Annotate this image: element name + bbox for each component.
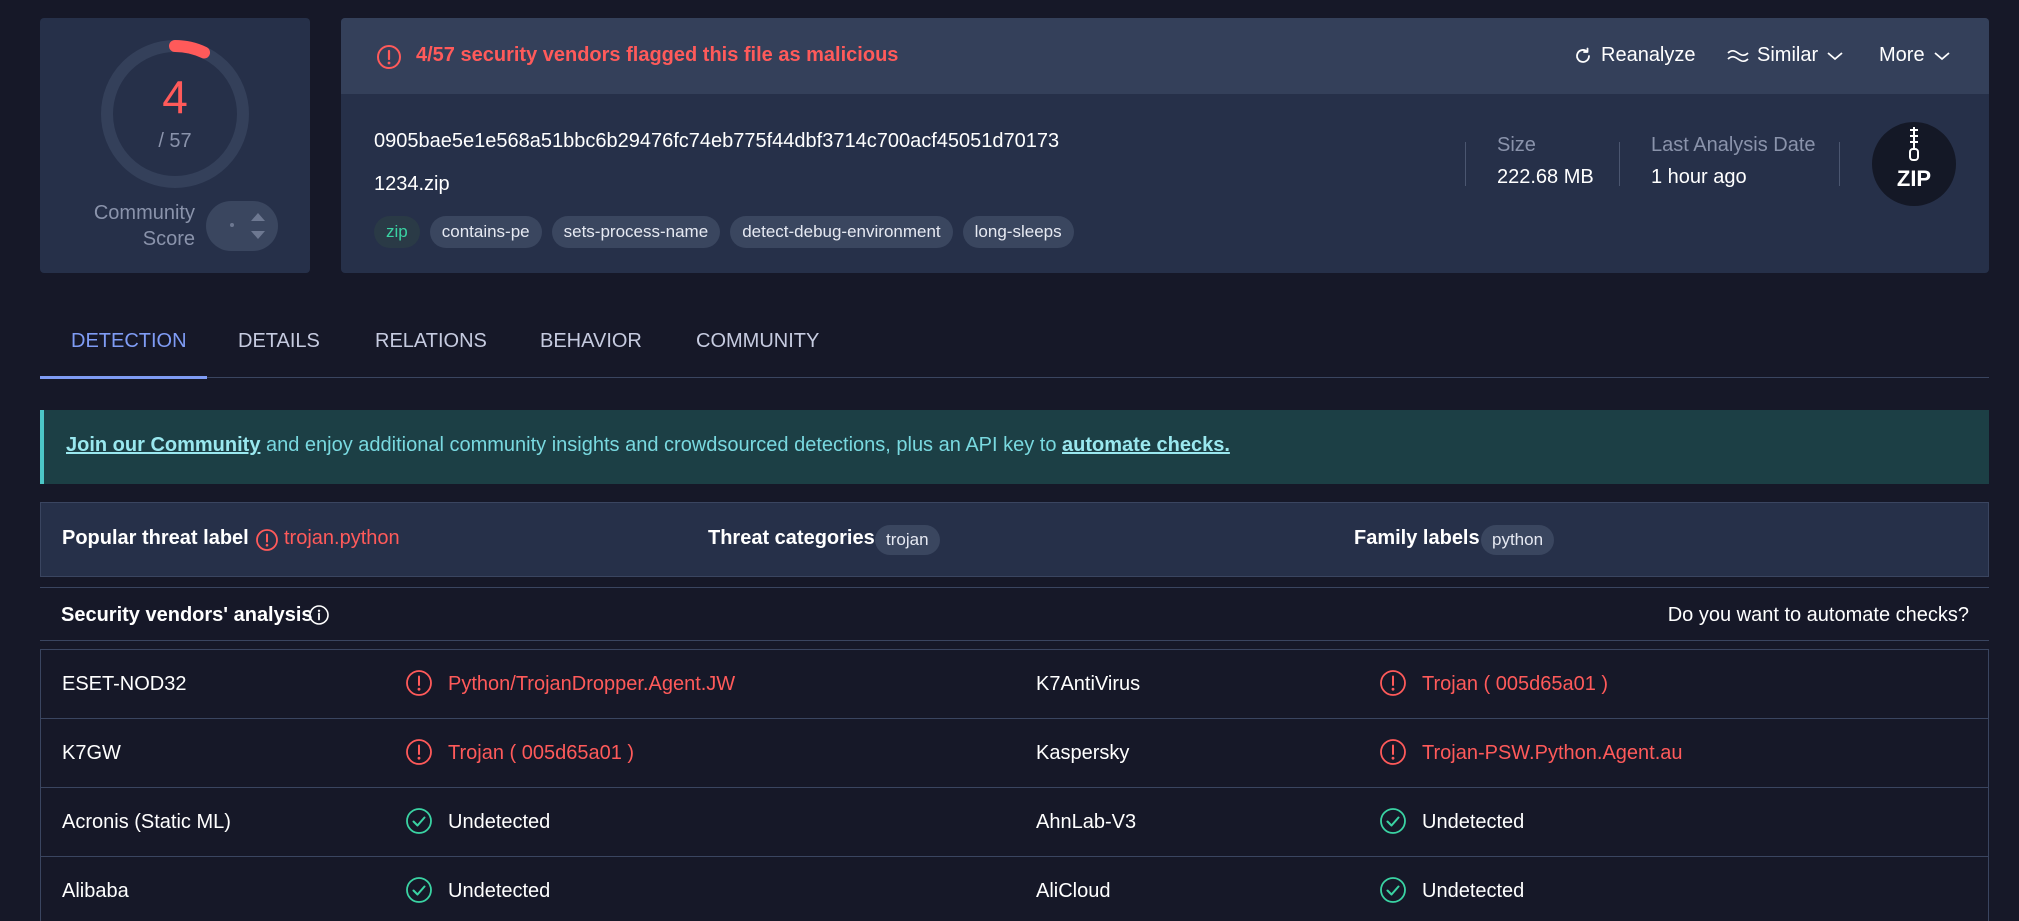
vendor-name: Kaspersky [1036,742,1130,764]
vendor-name: AliCloud [1036,880,1111,902]
community-label-line1: Community [93,202,195,224]
family-labels-label: Family labels [1354,527,1480,549]
vendor-result: Undetected [448,811,551,833]
chevron-down-icon [1933,51,1950,60]
banner-text: Join our Community and enjoy additional … [66,434,1230,457]
file-name: 1234.zip [374,173,450,195]
vendor-name: Alibaba [62,880,129,902]
vendor-result: Undetected [448,880,551,902]
vendor-row: Alibaba Undetected AliCloud Undetected [41,857,1988,921]
threat-category-pill[interactable]: trojan [875,525,940,555]
tag-zip[interactable]: zip [374,216,420,248]
community-score-card: 4 / 57 Community Score [40,18,310,273]
check-circle-icon [405,807,433,840]
size-label: Size [1497,134,1536,156]
exclamation-circle-icon [405,738,433,771]
more-dropdown[interactable]: More [1879,44,1951,67]
malicious-alert-bar: 4/57 security vendors flagged this file … [341,18,1989,94]
tab-detection[interactable]: DETECTION [71,330,187,378]
reanalyze-label: Reanalyze [1601,44,1696,66]
vendor-result: Python/TrojanDropper.Agent.JW [448,673,736,695]
vote-up-icon[interactable] [251,213,265,221]
banner-middle-text: and enjoy additional community insights … [260,434,1063,456]
score-positives: 4 [162,71,188,123]
score-total: / 57 [158,130,192,152]
check-circle-icon [405,876,433,909]
vendor-name: K7AntiVirus [1036,673,1141,695]
tab-community[interactable]: COMMUNITY [696,330,819,378]
tag-long-sleeps[interactable]: long-sleeps [962,216,1074,248]
active-tab-indicator [40,376,207,379]
threat-summary-row: Popular threat label trojan.python Threa… [40,502,1989,577]
vendor-name: K7GW [62,742,121,764]
file-hash[interactable]: 0905bae5e1e568a51bbc6b29476fc74eb775f44d… [374,130,1059,153]
report-tabs: DETECTION DETAILS RELATIONS BEHAVIOR COM… [40,320,1989,379]
tag-sets-process-name[interactable]: sets-process-name [551,216,721,248]
popular-threat-label: Popular threat label [62,527,249,549]
vendors-analysis-title: Security vendors' analysis [61,604,313,626]
more-label: More [1879,44,1925,66]
similar-dropdown[interactable]: Similar [1727,44,1844,67]
vendor-result: Undetected [1422,880,1525,902]
exclamation-circle-icon [377,45,401,69]
reanalyze-button[interactable]: Reanalyze [1573,44,1696,67]
vendors-analysis-header: Security vendors' analysis Do you want t… [40,587,1989,641]
community-label-line2: Score [142,228,195,250]
similar-label: Similar [1757,44,1819,66]
check-circle-icon [1379,876,1407,909]
community-score-label: Community Score [94,200,195,252]
vendor-row: K7GW Trojan ( 005d65a01 ) Kaspersky Trojan-… [41,719,1988,788]
vendors-table: ESET-NOD32 Python/TrojanDropper.Agent.JW K… [40,649,1989,921]
family-label-pill[interactable]: python [1481,525,1555,555]
vendor-result: Undetected [1422,811,1525,833]
chevron-down-icon [1827,51,1843,60]
meta-divider [1465,142,1466,186]
detection-alert-text: 4/57 security vendors flagged this file … [416,44,899,66]
last-analysis-value: 1 hour ago [1651,166,1747,188]
tag-detect-debug-environment[interactable]: detect-debug-environment [730,216,953,248]
exclamation-circle-icon [1379,669,1407,702]
community-vote-control[interactable] [206,201,278,251]
vendor-name: ESET-NOD32 [62,673,187,695]
vendor-name: AhnLab-V3 [1036,811,1137,833]
automate-checks-prompt[interactable]: Do you want to automate checks? [1668,604,1969,627]
meta-divider [1839,142,1840,186]
vendor-row: ESET-NOD32 Python/TrojanDropper.Agent.JW K… [41,650,1988,719]
join-community-link[interactable]: Join our Community [66,434,260,456]
info-circle-icon[interactable] [308,604,330,626]
exclamation-circle-icon [1379,738,1407,771]
exclamation-circle-icon [256,529,278,551]
zip-file-icon: ZIP [1872,122,1956,206]
file-tags: zip contains-pe sets-process-name detect… [374,216,1074,248]
check-circle-icon [1379,807,1407,840]
vote-down-icon[interactable] [251,231,265,239]
join-community-banner: Join our Community and enjoy additional … [40,410,1989,484]
automate-checks-link[interactable]: automate checks. [1062,434,1230,456]
vendor-result: Trojan ( 005d65a01 ) [1422,673,1609,695]
tab-behavior[interactable]: BEHAVIOR [540,330,642,378]
refresh-icon [1576,47,1590,63]
tab-relations[interactable]: RELATIONS [375,330,487,378]
vendor-result: Trojan-PSW.Python.Agent.au [1422,742,1683,764]
popular-threat-value: trojan.python [284,527,400,549]
tab-details[interactable]: DETAILS [238,330,320,378]
vendor-result: Trojan ( 005d65a01 ) [448,742,635,764]
file-type-label: ZIP [1896,166,1932,191]
last-analysis-label: Last Analysis Date [1651,134,1816,156]
meta-divider [1619,142,1620,186]
community-score-dot [230,223,234,227]
tag-contains-pe[interactable]: contains-pe [429,216,542,248]
zipper-icon [1909,127,1919,161]
size-value: 222.68 MB [1497,166,1594,188]
vendor-name: Acronis (Static ML) [62,811,231,833]
vendor-row: Acronis (Static ML) Undetected AhnLab-V3 Un… [41,788,1988,857]
threat-categories-label: Threat categories [708,527,875,549]
exclamation-circle-icon [405,669,433,702]
waves-icon [1727,49,1749,62]
file-summary-card: 4/57 security vendors flagged this file … [341,18,1989,273]
